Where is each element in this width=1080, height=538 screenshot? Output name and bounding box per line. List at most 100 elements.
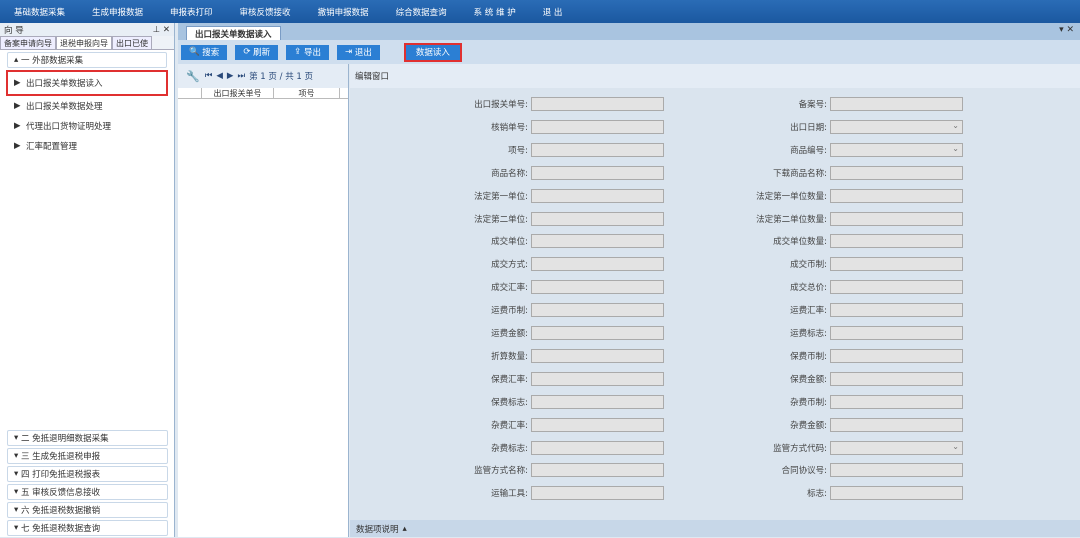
field-input[interactable] xyxy=(830,280,963,295)
prev-page-icon[interactable]: ◀ xyxy=(216,71,223,81)
field-input[interactable] xyxy=(531,348,664,363)
field-input[interactable] xyxy=(531,165,664,180)
nav-group[interactable]: ▾ 六 免抵退税数据撤销 xyxy=(7,502,168,518)
field-input[interactable] xyxy=(531,142,664,157)
data-item-description-bar[interactable]: 数据项说明 ▴ xyxy=(350,520,1080,537)
field-label: 标志: xyxy=(807,489,827,500)
triangle-right-icon: ▶ xyxy=(14,141,26,151)
field-input[interactable] xyxy=(830,326,963,340)
field-label: 出口报关单号: xyxy=(474,100,528,110)
form-title: 编辑窗口 xyxy=(350,64,1080,88)
menu-item[interactable]: 生成申报数据 xyxy=(92,6,143,18)
field-input[interactable] xyxy=(531,119,664,134)
nav-group[interactable]: ▾ 七 免抵退税数据查询 xyxy=(7,520,168,536)
navigator-tab[interactable]: 退税申报向导 xyxy=(56,36,112,49)
data-read-button[interactable]: 数据读入 xyxy=(403,42,462,62)
field-input[interactable] xyxy=(830,165,963,180)
field-input[interactable] xyxy=(531,280,664,295)
exit-button[interactable]: ⇥ 退出 xyxy=(337,44,380,60)
field-label: 运费金额: xyxy=(491,329,528,339)
field-input[interactable] xyxy=(830,463,963,478)
field-label: 保费汇率: xyxy=(491,374,528,385)
form-field: 杂费金额: xyxy=(730,417,963,432)
field-input[interactable] xyxy=(531,394,664,409)
field-input[interactable] xyxy=(531,257,664,272)
menu-item[interactable]: 审核反馈接收 xyxy=(240,6,291,18)
field-input[interactable] xyxy=(830,234,963,249)
field-input[interactable] xyxy=(531,486,664,501)
form-field: 法定第一单位: xyxy=(450,188,664,203)
menu-item[interactable]: 综合数据查询 xyxy=(396,6,447,18)
field-input[interactable] xyxy=(531,463,664,478)
expand-icon: ▾ xyxy=(14,523,21,533)
form-field: 运费币制: xyxy=(450,303,664,318)
field-select[interactable]: ⌄ xyxy=(830,142,963,157)
field-input[interactable] xyxy=(531,188,664,203)
nav-group[interactable]: ▾ 五 审核反馈信息接收 xyxy=(7,484,168,500)
data-item-description-label: 数据项说明 xyxy=(356,524,399,535)
field-input[interactable] xyxy=(531,371,664,386)
field-input[interactable] xyxy=(830,417,963,432)
field-label: 折算数量: xyxy=(491,351,528,362)
field-input[interactable] xyxy=(830,371,963,386)
last-page-icon[interactable]: ⏭ xyxy=(237,71,245,81)
field-input[interactable] xyxy=(830,97,963,111)
nav-item[interactable]: ▶ 出口报关单数据读入 xyxy=(6,70,168,96)
field-input[interactable] xyxy=(531,440,664,455)
form-field: 保费金额: xyxy=(730,371,963,386)
field-label: 杂费汇率: xyxy=(491,420,528,431)
export-button[interactable]: ⇪ 导出 xyxy=(286,44,329,60)
field-input[interactable] xyxy=(830,486,963,501)
edit-form: 编辑窗口 出口报关单号: 核销单号: 项号: 商品名称: 法定第一单位: 法定第二单位: 成… xyxy=(350,64,1080,537)
menu-item[interactable]: 基础数据采集 xyxy=(14,6,65,18)
navigator-tab[interactable]: 备案申请向导 xyxy=(0,36,56,49)
field-select[interactable]: ⌄ xyxy=(830,440,963,455)
field-input[interactable] xyxy=(531,303,664,318)
nav-group[interactable]: ▴ 一 外部数据采集 xyxy=(7,52,167,68)
search-button[interactable]: 🔍 搜索 xyxy=(181,44,228,60)
nav-item[interactable]: ▶ 出口报关单数据处理 xyxy=(0,96,174,116)
nav-group-label: 六 免抵退税数据撤销 xyxy=(20,506,101,516)
nav-item-label: 出口报关单数据读入 xyxy=(25,79,103,89)
menu-item[interactable]: 申报表打印 xyxy=(170,6,213,18)
nav-item[interactable]: ▶ 代理出口货物证明处理 xyxy=(0,116,174,136)
close-icon[interactable]: ▾ ✕ xyxy=(1059,25,1074,35)
navigator-tab[interactable]: 出口已使 xyxy=(112,36,152,49)
nav-group[interactable]: ▾ 四 打印免抵退税报表 xyxy=(7,466,168,482)
field-input[interactable] xyxy=(531,97,664,111)
field-input[interactable] xyxy=(830,303,963,318)
col-declaration-no[interactable]: 出口报关单号 xyxy=(202,88,274,98)
expand-icon[interactable]: ▴ xyxy=(403,524,407,534)
col-item-no[interactable]: 项号 xyxy=(274,88,340,98)
next-page-icon[interactable]: ▶ xyxy=(227,71,234,81)
tab-export-declaration-read[interactable]: 出口报关单数据读入 xyxy=(186,26,281,41)
refresh-button[interactable]: ⟳ 刷新 xyxy=(235,44,279,60)
nav-group-label: 五 审核反馈信息接收 xyxy=(20,488,101,498)
form-field: 成交汇率: xyxy=(450,280,664,295)
nav-group[interactable]: ▾ 三 生成免抵退税申报 xyxy=(7,448,168,464)
menu-item[interactable]: 撤销申报数据 xyxy=(318,6,369,18)
pin-close-icons[interactable]: ⊥ ✕ xyxy=(153,25,170,35)
field-input[interactable] xyxy=(531,417,664,432)
triangle-right-icon: ▶ xyxy=(14,101,26,111)
wrench-icon[interactable]: 🔧 xyxy=(186,70,200,83)
field-input[interactable] xyxy=(531,326,664,340)
field-input[interactable] xyxy=(531,211,664,226)
first-page-icon[interactable]: ⏮ xyxy=(205,71,213,81)
field-input[interactable] xyxy=(830,211,963,226)
nav-group[interactable]: ▾ 二 免抵退明细数据采集 xyxy=(7,430,168,446)
field-input[interactable] xyxy=(830,188,963,203)
menu-item[interactable]: 系 统 维 护 xyxy=(474,6,516,18)
form-field: 运费金额: xyxy=(450,326,664,340)
field-input[interactable] xyxy=(830,394,963,409)
nav-item[interactable]: ▶ 汇率配置管理 xyxy=(0,136,174,156)
field-input[interactable] xyxy=(531,234,664,249)
exit-icon: ⇥ xyxy=(345,47,355,57)
field-select[interactable]: ⌄ xyxy=(830,119,963,134)
field-input[interactable] xyxy=(830,257,963,272)
form-field: 成交单位: xyxy=(450,234,664,249)
menu-item[interactable]: 退 出 xyxy=(543,6,563,18)
field-input[interactable] xyxy=(830,348,963,363)
nav-group-label: 四 打印免抵退税报表 xyxy=(20,470,101,480)
field-label: 备案号: xyxy=(798,100,827,110)
